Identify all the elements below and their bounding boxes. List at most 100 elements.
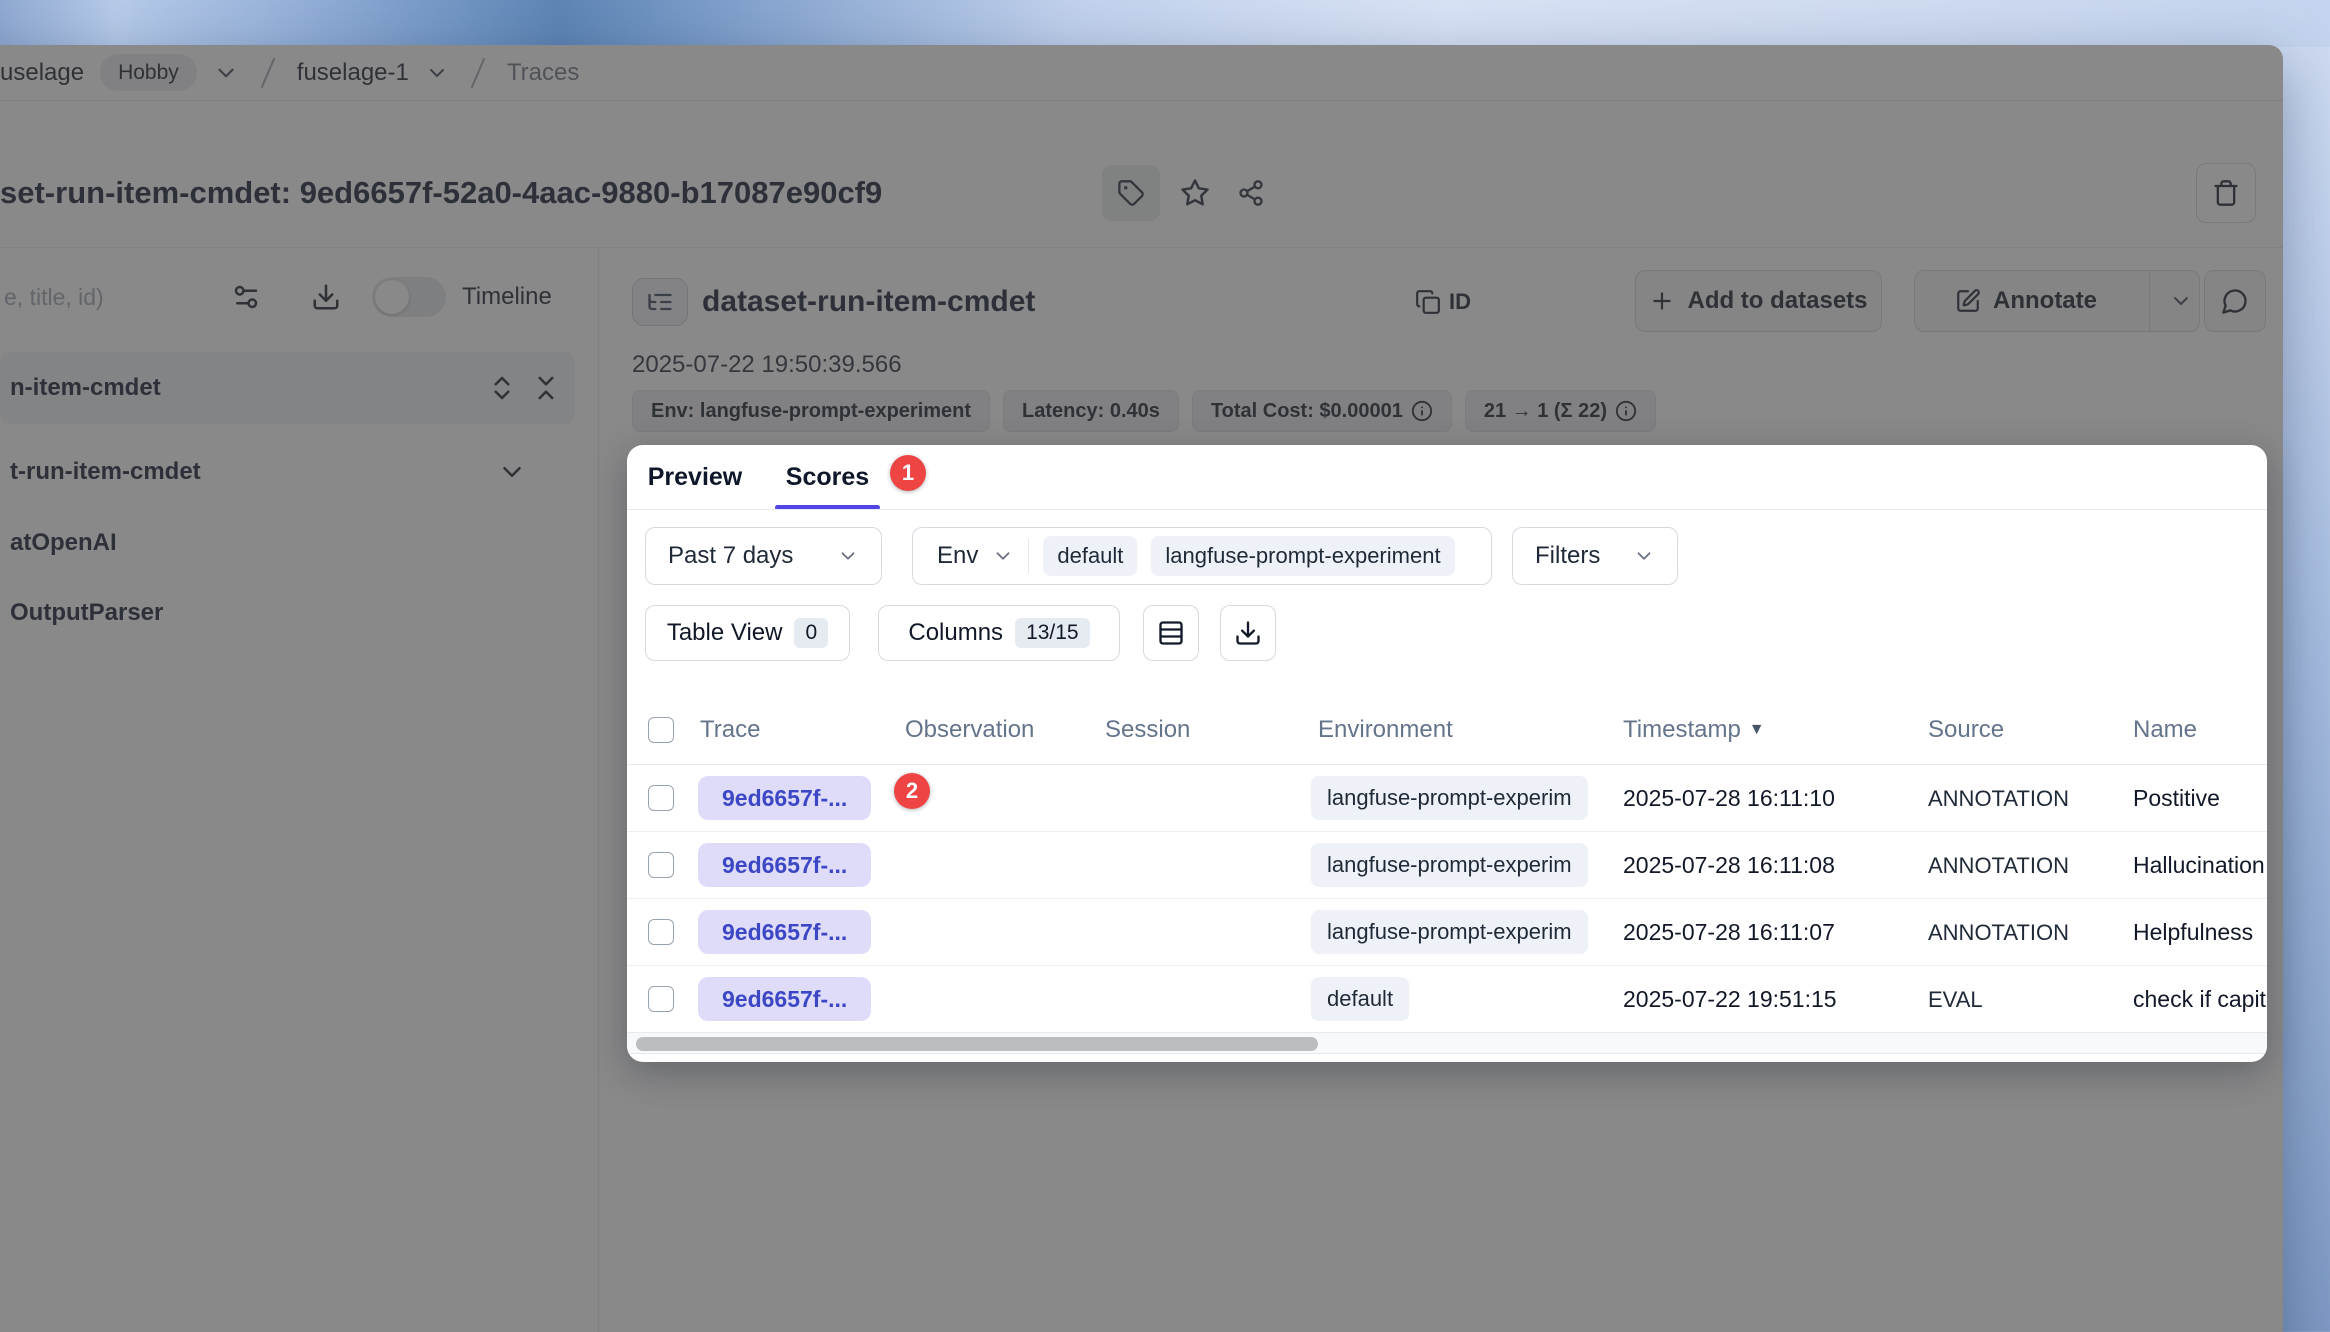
row-checkbox[interactable] <box>648 919 674 945</box>
tree-item-label: t-run-item-cmdet <box>10 458 201 486</box>
timestamp-cell: 2025-07-28 16:11:10 <box>1623 765 1835 832</box>
scrollbar-thumb[interactable] <box>636 1037 1318 1051</box>
divider <box>627 509 2267 510</box>
breadcrumb-org[interactable]: uselage <box>0 59 84 87</box>
date-range-select[interactable]: Past 7 days <box>645 527 882 585</box>
tag-button[interactable] <box>1102 165 1160 221</box>
row-height-button[interactable] <box>1143 605 1199 661</box>
breadcrumb-section[interactable]: Traces <box>507 59 579 87</box>
chevron-down-icon <box>837 545 859 567</box>
source-cell: ANNOTATION <box>1928 832 2069 899</box>
table-row[interactable]: 9ed6657f-... default 2025-07-22 19:51:15… <box>627 966 2267 1033</box>
breadcrumb-project[interactable]: fuselage-1 <box>297 59 409 87</box>
timeline-toggle[interactable] <box>372 277 446 317</box>
environment-chip: langfuse-prompt-experim <box>1311 776 1588 820</box>
trace-link[interactable]: 9ed6657f-... <box>698 910 871 954</box>
column-header-session[interactable]: Session <box>1105 695 1190 765</box>
backdrop-top-gradient <box>0 0 2330 47</box>
trace-type-icon <box>632 278 688 326</box>
edit-icon <box>1955 288 1981 314</box>
page-title: set-run-item-cmdet: 9ed6657f-52a0-4aac-9… <box>0 163 882 223</box>
row-checkbox[interactable] <box>648 785 674 811</box>
star-icon <box>1180 178 1210 208</box>
select-all-checkbox[interactable] <box>648 717 674 743</box>
tree-item[interactable]: atOpenAI <box>0 518 575 568</box>
column-header-observation[interactable]: Observation <box>905 695 1034 765</box>
trace-link[interactable]: 9ed6657f-... <box>698 776 871 820</box>
latency-badge: Latency: 0.40s <box>1003 390 1179 432</box>
timeline-label: Timeline <box>462 275 552 319</box>
chevron-down-icon[interactable] <box>213 60 239 86</box>
column-header-name[interactable]: Name <box>2133 695 2197 765</box>
export-button[interactable] <box>1220 605 1276 661</box>
tab-preview[interactable]: Preview <box>645 445 745 509</box>
expand-all-icon[interactable] <box>487 373 517 403</box>
view-settings-button[interactable] <box>222 275 270 319</box>
name-cell: Helpfulness <box>2133 899 2267 966</box>
filters-button[interactable]: Filters <box>1512 527 1678 585</box>
id-label: ID <box>1449 289 1471 315</box>
row-checkbox[interactable] <box>648 986 674 1012</box>
tree-item-label: n-item-cmdet <box>10 374 161 402</box>
search-input[interactable] <box>4 275 204 319</box>
environment-chip: langfuse-prompt-experim <box>1311 910 1588 954</box>
columns-count: 13/15 <box>1015 618 1090 648</box>
table-view-count: 0 <box>794 618 828 648</box>
star-button[interactable] <box>1170 169 1220 217</box>
comment-icon <box>2221 287 2249 315</box>
info-icon[interactable] <box>1411 400 1433 422</box>
column-header-source[interactable]: Source <box>1928 695 2004 765</box>
annotate-button[interactable]: Annotate <box>1915 271 2137 331</box>
scores-panel: Preview Scores 1 Past 7 days Env default… <box>627 445 2267 1062</box>
chevron-down-icon[interactable] <box>425 61 449 85</box>
annotation-marker-1: 1 <box>890 455 926 491</box>
table-row[interactable]: 9ed6657f-... langfuse-prompt-experim 202… <box>627 899 2267 966</box>
cost-badge: Total Cost: $0.00001 <box>1192 390 1452 432</box>
collapse-all-icon[interactable] <box>531 373 561 403</box>
breadcrumb: uselage Hobby fuselage-1 Traces <box>0 45 579 100</box>
annotation-marker-2: 2 <box>894 773 930 809</box>
breadcrumb-separator <box>255 55 281 91</box>
table-row[interactable]: 9ed6657f-... langfuse-prompt-experim 202… <box>627 832 2267 899</box>
download-tree-button[interactable] <box>302 275 350 319</box>
plus-icon <box>1649 288 1675 314</box>
column-header-environment[interactable]: Environment <box>1318 695 1453 765</box>
columns-button[interactable]: Columns 13/15 <box>878 605 1120 661</box>
env-value-chip[interactable]: default <box>1043 536 1137 576</box>
annotate-split-button: Annotate <box>1914 270 2200 332</box>
info-icon[interactable] <box>1615 400 1637 422</box>
table-row[interactable]: 9ed6657f-... 2 langfuse-prompt-experim 2… <box>627 765 2267 832</box>
observation-title: dataset-run-item-cmdet <box>702 273 1035 331</box>
share-button[interactable] <box>1228 171 1274 215</box>
tree-item-selected[interactable]: n-item-cmdet <box>0 352 575 424</box>
env-filter[interactable]: Env default langfuse-prompt-experiment <box>912 527 1492 585</box>
column-header-timestamp[interactable]: Timestamp ▼ <box>1623 695 1765 765</box>
row-checkbox[interactable] <box>648 852 674 878</box>
name-cell: check if capital <box>2133 966 2267 1033</box>
observation-badges: Env: langfuse-prompt-experiment Latency:… <box>632 390 1656 432</box>
horizontal-scrollbar[interactable] <box>627 1032 2267 1054</box>
env-value-chip[interactable]: langfuse-prompt-experiment <box>1151 536 1454 576</box>
chevron-down-icon <box>2169 289 2193 313</box>
tree-item[interactable]: t-run-item-cmdet <box>0 447 575 497</box>
tag-icon <box>1117 179 1145 207</box>
trace-link[interactable]: 9ed6657f-... <box>698 977 871 1021</box>
add-to-datasets-button[interactable]: Add to datasets <box>1635 270 1882 332</box>
copy-icon <box>1415 289 1441 315</box>
copy-id-button[interactable]: ID <box>1415 273 1471 331</box>
tab-scores[interactable]: Scores <box>775 445 880 509</box>
chevron-down-icon[interactable] <box>497 457 527 487</box>
source-cell: ANNOTATION <box>1928 899 2069 966</box>
table-view-button[interactable]: Table View 0 <box>645 605 850 661</box>
env-badge: Env: langfuse-prompt-experiment <box>632 390 990 432</box>
annotate-dropdown-button[interactable] <box>2162 271 2199 331</box>
toggle-knob <box>375 280 409 314</box>
delete-button[interactable] <box>2196 163 2256 223</box>
column-header-trace[interactable]: Trace <box>700 695 760 765</box>
download-icon <box>311 282 341 312</box>
comments-button[interactable] <box>2204 270 2266 332</box>
tree-item[interactable]: OutputParser <box>0 588 575 638</box>
breadcrumb-separator <box>465 55 491 91</box>
timestamp-cell: 2025-07-28 16:11:07 <box>1623 899 1835 966</box>
trace-link[interactable]: 9ed6657f-... <box>698 843 871 887</box>
